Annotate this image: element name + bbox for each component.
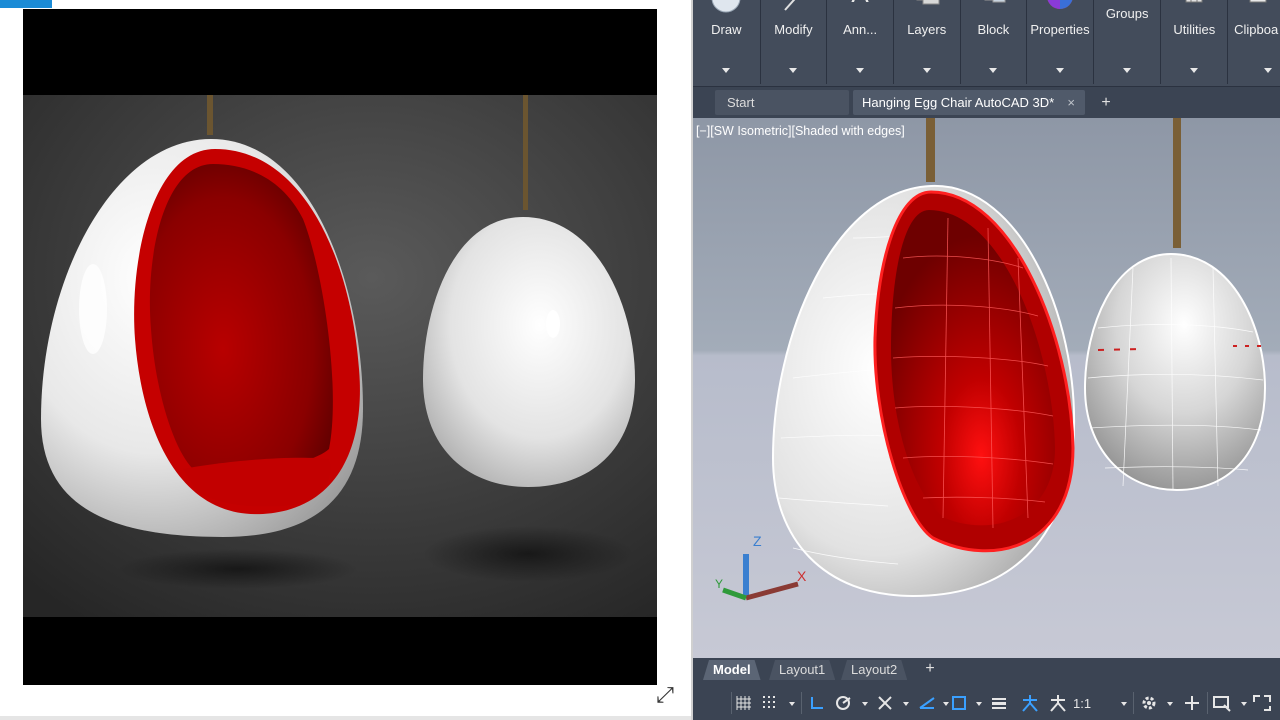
- customize-plus-icon[interactable]: [1181, 693, 1203, 713]
- panel-label: Clipboa: [1234, 22, 1279, 37]
- divider: [731, 692, 732, 714]
- accent-bar: [0, 0, 52, 8]
- ribbon-panel-utilities[interactable]: Utilities: [1161, 0, 1229, 84]
- add-layout-button[interactable]: +: [921, 659, 939, 679]
- tab-layout2[interactable]: Layout2: [841, 660, 907, 680]
- modify-icon: [777, 0, 809, 16]
- panel-label: Layers: [907, 22, 947, 37]
- viewport-controls-label[interactable]: [−][SW Isometric][Shaded with edges]: [696, 124, 905, 138]
- block-icon: [977, 0, 1009, 16]
- chevron-down-icon[interactable]: [1264, 68, 1273, 73]
- properties-color-wheel-icon: [1044, 0, 1076, 16]
- tab-start[interactable]: Start: [715, 90, 849, 115]
- annotation-text-icon: A: [844, 0, 876, 16]
- polar-icon[interactable]: [833, 693, 853, 713]
- chevron-down-icon[interactable]: [789, 702, 795, 706]
- isodraft-icon[interactable]: [917, 693, 937, 713]
- chevron-down-icon[interactable]: [862, 702, 868, 706]
- ucs-z-label: Z: [753, 533, 762, 549]
- tab-active-drawing[interactable]: Hanging Egg Chair AutoCAD 3D* ×: [853, 90, 1085, 115]
- chevron-down-icon[interactable]: [1190, 68, 1199, 73]
- divider: [1133, 692, 1134, 714]
- lineweight-icon[interactable]: [989, 693, 1009, 713]
- chevron-down-icon[interactable]: [856, 68, 865, 73]
- tab-model[interactable]: Model: [703, 660, 761, 680]
- ribbon: Draw Modify A Ann... Layers Block Proper…: [693, 0, 1280, 87]
- auto-scale-icon[interactable]: [1047, 693, 1069, 713]
- panel-label: Modify: [774, 22, 813, 37]
- autocad-window: Draw Modify A Ann... Layers Block Proper…: [693, 0, 1280, 720]
- chevron-down-icon[interactable]: [989, 68, 998, 73]
- ribbon-panel-modify[interactable]: Modify: [761, 0, 828, 84]
- divider: [801, 692, 802, 714]
- tab-label: Hanging Egg Chair AutoCAD 3D*: [862, 95, 1055, 110]
- status-bar: 1:1: [693, 684, 1280, 720]
- ribbon-panel-clipboard[interactable]: Clipboa: [1228, 0, 1280, 84]
- workspace-gear-icon[interactable]: [1137, 693, 1161, 713]
- new-tab-button[interactable]: +: [1095, 90, 1117, 115]
- reference-render-image: [23, 9, 657, 685]
- chevron-down-icon[interactable]: [1167, 702, 1173, 706]
- clipboard-icon: [1242, 0, 1274, 16]
- osnap-icon[interactable]: [875, 693, 895, 713]
- annotation-scale[interactable]: 1:1: [1073, 693, 1097, 713]
- tab-layout1[interactable]: Layout1: [769, 660, 835, 680]
- ucs-icon: Z X Y: [715, 533, 807, 601]
- chevron-down-icon[interactable]: [1123, 68, 1132, 73]
- chevron-down-icon[interactable]: [1241, 702, 1247, 706]
- horizontal-scrollbar[interactable]: [0, 716, 691, 720]
- layers-icon: [911, 0, 943, 16]
- grid-icon[interactable]: [735, 693, 753, 713]
- chevron-down-icon[interactable]: [976, 702, 982, 706]
- ribbon-panel-groups[interactable]: Groups: [1094, 0, 1162, 84]
- panel-label: Utilities: [1173, 22, 1216, 37]
- divider: [1207, 692, 1208, 714]
- ribbon-panel-annotation[interactable]: A Ann...: [827, 0, 894, 84]
- fullscreen-icon[interactable]: [1251, 693, 1273, 713]
- model-viewport[interactable]: [−][SW Isometric][Shaded with edges] Z X…: [693, 118, 1280, 658]
- egg-chair-render: [23, 95, 657, 617]
- svg-text:A: A: [851, 0, 869, 8]
- chevron-down-icon[interactable]: [722, 68, 731, 73]
- panel-label: Properties: [1030, 22, 1090, 37]
- close-icon[interactable]: ×: [1067, 90, 1075, 115]
- panel-label: Draw: [711, 22, 742, 37]
- ribbon-panel-layers[interactable]: Layers: [894, 0, 961, 84]
- panel-label: Groups: [1105, 6, 1149, 21]
- chevron-down-icon[interactable]: [1056, 68, 1064, 73]
- file-tab-bar: Start Hanging Egg Chair AutoCAD 3D* × +: [693, 87, 1280, 118]
- panel-label: Ann...: [843, 22, 878, 37]
- panel-label: Block: [977, 22, 1010, 37]
- ribbon-panel-draw[interactable]: Draw: [693, 0, 761, 84]
- chevron-down-icon[interactable]: [903, 702, 909, 706]
- chevron-down-icon[interactable]: [922, 68, 931, 73]
- graphics-performance-icon[interactable]: [1211, 693, 1233, 713]
- utilities-calculator-icon: [1178, 0, 1210, 16]
- annotation-visibility-icon[interactable]: [1019, 693, 1041, 713]
- draw-circle-icon: [710, 0, 742, 16]
- layout-tab-bar: Model Layout1 Layout2 +: [693, 658, 1280, 680]
- ribbon-panel-properties[interactable]: Properties: [1027, 0, 1094, 84]
- ribbon-panel-block[interactable]: Block: [961, 0, 1028, 84]
- expand-diagonal-icon[interactable]: ⤢: [652, 682, 678, 708]
- reference-pane: ⤢: [0, 0, 691, 720]
- ucs-x-label: X: [797, 568, 807, 584]
- ortho-icon[interactable]: [807, 693, 827, 713]
- viewport-icon[interactable]: [949, 693, 969, 713]
- snap-icon[interactable]: [761, 693, 779, 713]
- ucs-y-label: Y: [715, 577, 723, 591]
- chevron-down-icon[interactable]: [789, 68, 798, 73]
- chevron-down-icon[interactable]: [1121, 702, 1127, 706]
